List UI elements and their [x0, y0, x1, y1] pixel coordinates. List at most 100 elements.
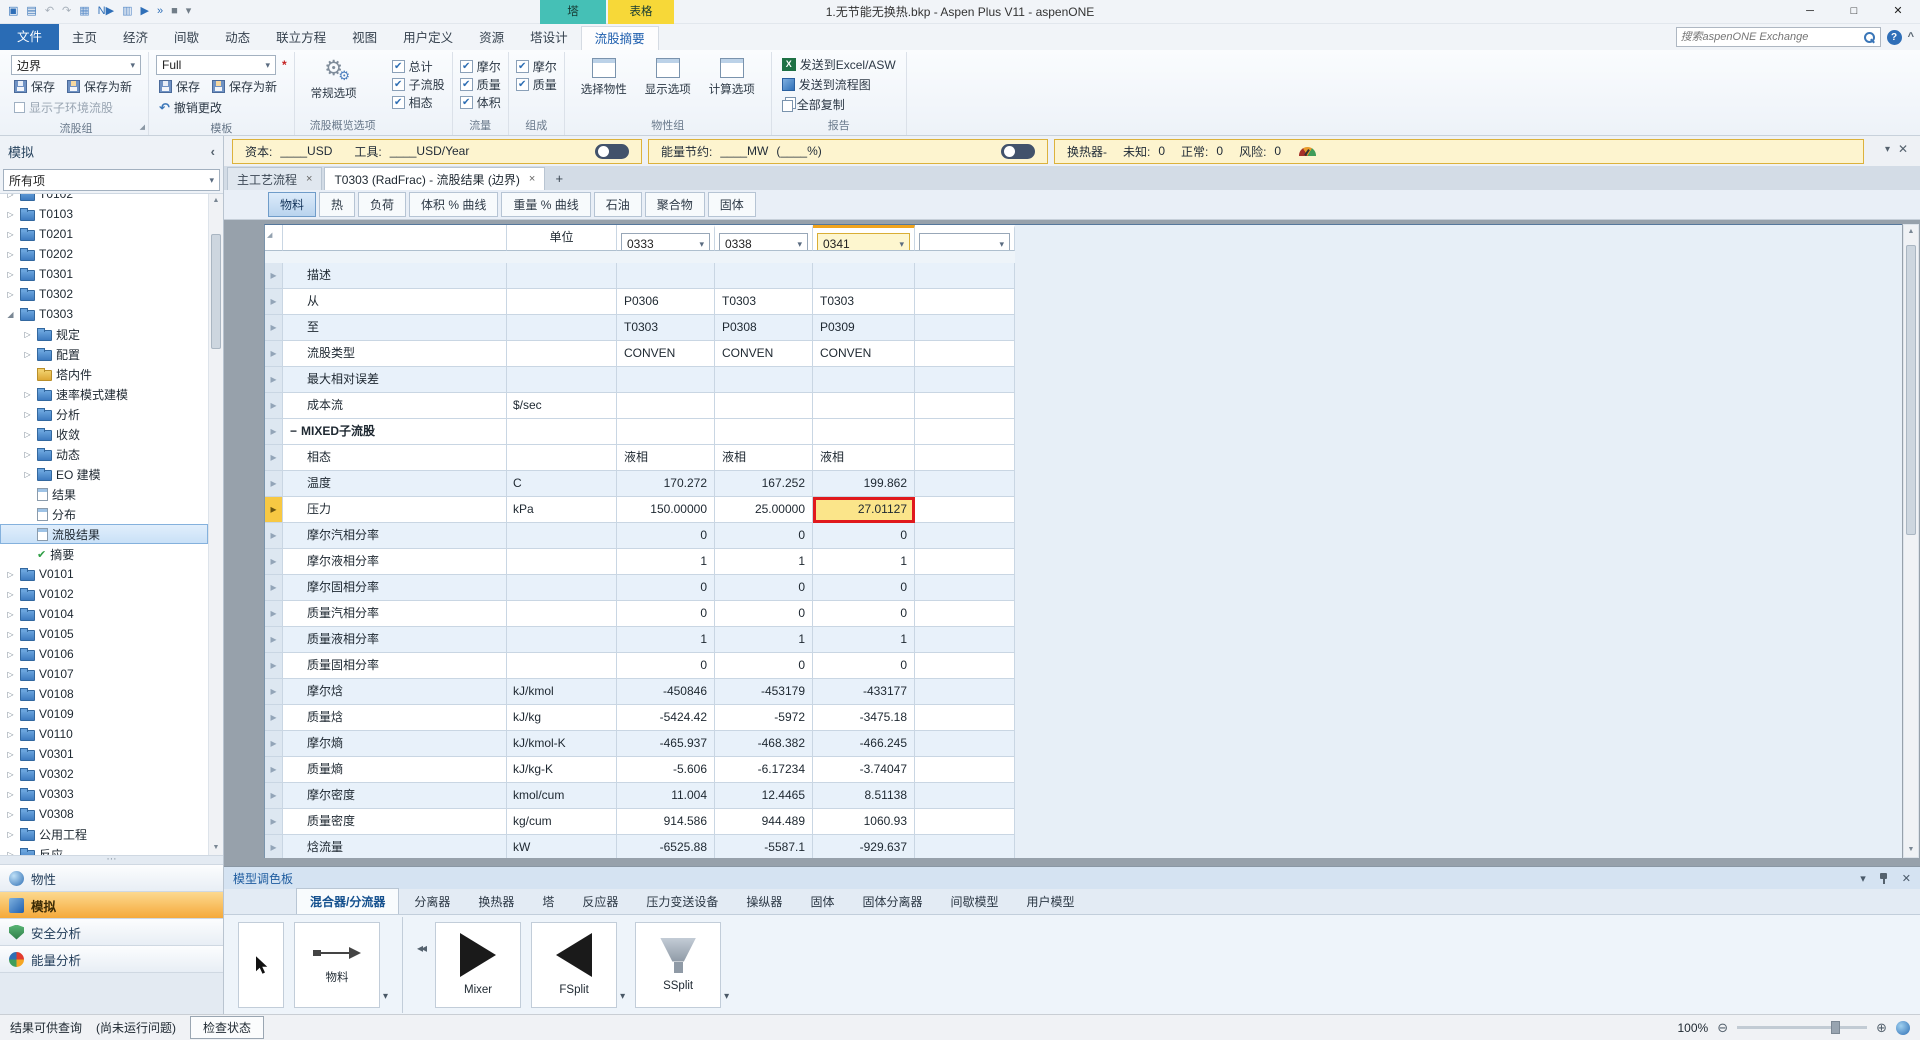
- tree-expander-icon[interactable]: ▷: [5, 210, 16, 219]
- cost-toggle[interactable]: [595, 143, 629, 159]
- row-selector-cell[interactable]: ▸: [265, 549, 283, 575]
- tree-item-T0302[interactable]: ▷ T0302: [0, 284, 208, 304]
- value-cell[interactable]: [915, 549, 1015, 575]
- tree-item-T0201[interactable]: ▷ T0201: [0, 224, 208, 244]
- ribbon-tab-资源[interactable]: 资源: [466, 26, 517, 50]
- row-selector-cell[interactable]: ▸: [265, 471, 283, 497]
- checkbox-相态[interactable]: ✔ 相态: [391, 93, 445, 111]
- maximize-button[interactable]: □: [1832, 0, 1876, 23]
- value-cell[interactable]: 1: [617, 627, 715, 653]
- unit-cell[interactable]: C: [507, 471, 617, 497]
- value-cell[interactable]: CONVEN: [813, 341, 915, 367]
- value-cell[interactable]: 0: [715, 523, 813, 549]
- document-tab[interactable]: 主工艺流程 ×: [227, 167, 323, 190]
- unit-cell[interactable]: [507, 627, 617, 653]
- palette-tab-压力变送设备[interactable]: 压力变送设备: [633, 889, 731, 914]
- value-cell[interactable]: [715, 419, 813, 445]
- scroll-up-icon[interactable]: ▲: [1904, 225, 1918, 239]
- tree-expander-icon[interactable]: ▷: [5, 650, 16, 659]
- tree-expander-icon[interactable]: ▷: [5, 290, 16, 299]
- scroll-up-icon[interactable]: ▲: [209, 194, 223, 208]
- tree-item-T0202[interactable]: ▷ T0202: [0, 244, 208, 264]
- tree-expander-icon[interactable]: ▷: [5, 810, 16, 819]
- tree-expander-icon[interactable]: ▷: [5, 850, 16, 856]
- form-tab-体积 % 曲线[interactable]: 体积 % 曲线: [409, 192, 499, 217]
- checkbox-质量[interactable]: ✔ 质量: [459, 75, 501, 93]
- value-cell[interactable]: 914.586: [617, 809, 715, 835]
- value-cell[interactable]: 167.252: [715, 471, 813, 497]
- value-cell[interactable]: 0: [813, 575, 915, 601]
- tree-item-分布[interactable]: 分布: [0, 504, 208, 524]
- value-cell[interactable]: -5587.1: [715, 835, 813, 858]
- form-tab-热[interactable]: 热: [319, 192, 356, 217]
- tree-item-公用工程[interactable]: ▷ 公用工程: [0, 824, 208, 844]
- tree-expander-icon[interactable]: ▷: [5, 590, 16, 599]
- caret-down-icon[interactable]: ▾: [620, 991, 625, 1008]
- value-cell[interactable]: [617, 419, 715, 445]
- tree-expander-icon[interactable]: ▷: [5, 790, 16, 799]
- dialog-launcher-icon[interactable]: ◢: [140, 123, 145, 131]
- value-cell[interactable]: [715, 263, 813, 289]
- fit-view-icon[interactable]: [1896, 1020, 1910, 1035]
- tree-item-V0102[interactable]: ▷ V0102: [0, 584, 208, 604]
- unit-cell[interactable]: kJ/kg-K: [507, 757, 617, 783]
- tree-expander-icon[interactable]: ▷: [5, 610, 16, 619]
- checkbox-摩尔[interactable]: ✔ 摩尔: [459, 57, 501, 75]
- unit-cell[interactable]: kmol/cum: [507, 783, 617, 809]
- report-item-0[interactable]: X 发送到Excel/ASW: [779, 54, 899, 74]
- unit-cell[interactable]: kg/cum: [507, 809, 617, 835]
- value-cell[interactable]: -929.637: [813, 835, 915, 858]
- value-cell[interactable]: -5424.42: [617, 705, 715, 731]
- ribbon-tab-经济[interactable]: 经济: [110, 26, 161, 50]
- unit-cell[interactable]: [507, 445, 617, 471]
- unit-cell[interactable]: kJ/kg: [507, 705, 617, 731]
- stream-selector-combo[interactable]: 0333 ▾: [621, 233, 710, 250]
- row-selector-cell[interactable]: ▸: [265, 497, 283, 523]
- value-cell[interactable]: [915, 575, 1015, 601]
- ribbon-tab-视图[interactable]: 视图: [339, 26, 390, 50]
- tree-item-速率模式建模[interactable]: ▷ 速率模式建模: [0, 384, 208, 404]
- value-cell[interactable]: [813, 263, 915, 289]
- tree-expander-icon[interactable]: ▷: [22, 410, 33, 419]
- tree-scrollbar[interactable]: ▲ ▼: [208, 194, 223, 855]
- savings-toggle[interactable]: [1001, 143, 1035, 159]
- collapse-ribbon-icon[interactable]: ^: [1908, 31, 1914, 43]
- value-cell[interactable]: 0: [617, 601, 715, 627]
- row-selector-cell[interactable]: ▸: [265, 757, 283, 783]
- value-cell[interactable]: 8.51138: [813, 783, 915, 809]
- row-label-cell[interactable]: 摩尔液相分率: [283, 549, 507, 575]
- value-cell[interactable]: [915, 835, 1015, 858]
- tree-expander-icon[interactable]: ▷: [22, 350, 33, 359]
- tree-item-V0303[interactable]: ▷ V0303: [0, 784, 208, 804]
- value-cell[interactable]: P0306: [617, 289, 715, 315]
- ribbon-tab-塔设计[interactable]: 塔设计: [517, 26, 581, 50]
- property-set-button-1[interactable]: 显示选项: [636, 54, 700, 97]
- value-cell[interactable]: -450846: [617, 679, 715, 705]
- value-cell[interactable]: [915, 679, 1015, 705]
- palette-tab-分离器[interactable]: 分离器: [401, 889, 463, 914]
- unit-cell[interactable]: [507, 341, 617, 367]
- value-cell[interactable]: 1: [715, 627, 813, 653]
- tree-item-收敛[interactable]: ▷ 收敛: [0, 424, 208, 444]
- value-cell[interactable]: 25.00000: [715, 497, 813, 523]
- form-tab-物料[interactable]: 物料: [268, 192, 317, 217]
- document-tab[interactable]: T0303 (RadFrac) - 流股结果 (边界) ×: [324, 167, 546, 190]
- stream-selector-combo[interactable]: 0341 ▾: [817, 233, 910, 250]
- row-label-cell[interactable]: 描述: [283, 263, 507, 289]
- stream-selector-combo[interactable]: 0338 ▾: [719, 233, 808, 250]
- ribbon-tab-动态[interactable]: 动态: [212, 26, 263, 50]
- tree-expander-icon[interactable]: ▷: [5, 630, 16, 639]
- row-selector-cell[interactable]: ▸: [265, 731, 283, 757]
- tree-expander-icon[interactable]: ▷: [5, 690, 16, 699]
- value-cell[interactable]: 1: [813, 627, 915, 653]
- value-cell[interactable]: [915, 601, 1015, 627]
- value-cell[interactable]: 0: [715, 653, 813, 679]
- row-selector-cell[interactable]: ▸: [265, 341, 283, 367]
- checkbox-总计[interactable]: ✔ 总计: [391, 57, 445, 75]
- collapse-section-icon[interactable]: −: [290, 424, 297, 438]
- tree-expander-icon[interactable]: ▷: [5, 270, 16, 279]
- close-button[interactable]: ✕: [1876, 0, 1920, 23]
- value-cell[interactable]: [915, 809, 1015, 835]
- value-cell[interactable]: [617, 393, 715, 419]
- row-selector-cell[interactable]: ▸: [265, 393, 283, 419]
